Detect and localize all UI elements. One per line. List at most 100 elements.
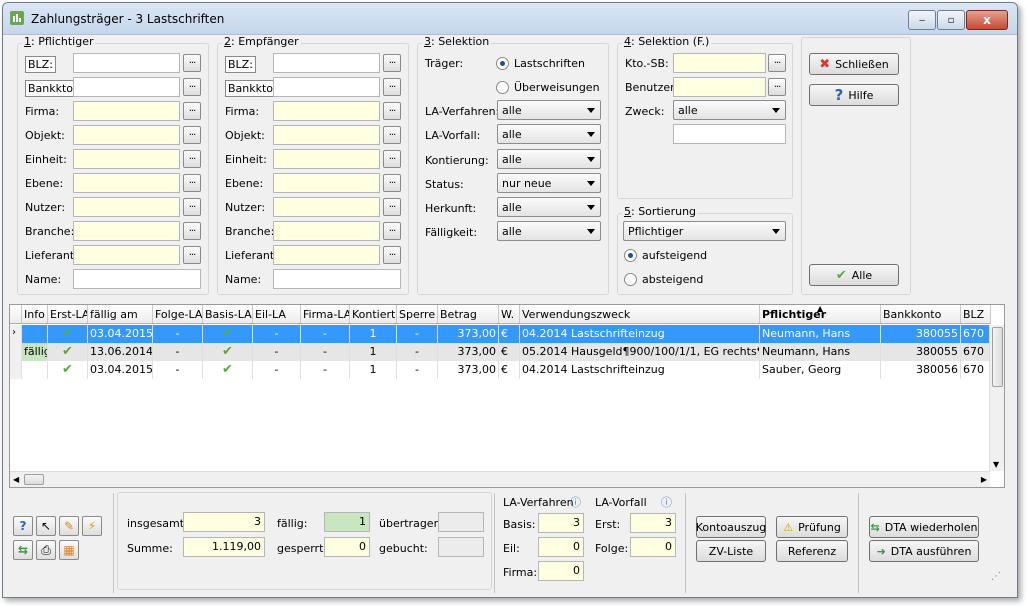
p1-input-8[interactable]	[73, 245, 180, 265]
pruefung-button[interactable]: ⚠ Prüfung	[776, 516, 848, 538]
row-selector[interactable]	[10, 361, 22, 379]
maximize-button[interactable]: ▫	[937, 10, 965, 30]
grid-header-8[interactable]: Sperre	[397, 305, 438, 324]
grid-header-13[interactable]: Bankkonto	[881, 305, 961, 324]
radio-aufsteigend[interactable]	[624, 249, 637, 262]
p1-browse-button-7[interactable]: ...	[183, 222, 201, 240]
schliessen-button[interactable]: ✖ Schließen	[809, 53, 899, 75]
p1-input-4[interactable]	[73, 149, 180, 169]
vertical-scrollbar[interactable]: ▼	[989, 325, 1004, 471]
selektion-select-4[interactable]: alle	[497, 197, 601, 217]
scroll-down-icon[interactable]: ▼	[993, 460, 999, 469]
selektion-select-3[interactable]: nur neue	[497, 173, 601, 193]
zweck-select[interactable]: alle	[673, 100, 786, 120]
p1-input-9[interactable]	[73, 269, 201, 289]
selektion-select-5[interactable]: alle	[497, 221, 601, 241]
table-row[interactable]: › ✔ 03.04.2015- ✔ - -1-373,00 €04.2014 Lastsch…	[10, 325, 991, 343]
resize-grip-icon[interactable]: ⋰	[991, 571, 1001, 582]
scroll-right-icon[interactable]: ▶	[981, 475, 987, 484]
p1-browse-button-2[interactable]: ...	[183, 102, 201, 120]
p1-browse-button-0[interactable]: ...	[183, 54, 201, 72]
alle-button[interactable]: ✔ Alle	[809, 264, 899, 286]
action-button[interactable]: ⚡	[82, 516, 102, 536]
p1-input-5[interactable]	[73, 173, 180, 193]
p2-input-0[interactable]	[273, 53, 380, 73]
help-small-button[interactable]: ?	[13, 516, 33, 536]
horizontal-scroll-thumb[interactable]	[24, 474, 44, 485]
minimize-button[interactable]: ‒	[908, 10, 936, 30]
kontoauszug-button[interactable]: Kontoauszug	[696, 516, 766, 538]
grid-header-9[interactable]: Betrag	[438, 305, 499, 324]
p1-browse-button-3[interactable]: ...	[183, 126, 201, 144]
referenz-button[interactable]: Referenz	[776, 540, 848, 562]
p2-browse-button-4[interactable]: ...	[383, 150, 401, 168]
dta-ausfuehren-button[interactable]: ➜ DTA ausführen	[869, 540, 979, 562]
table-row[interactable]: ✔ 03.04.2015- ✔ - -1-373,00 €04.2014 Lastschr…	[10, 361, 991, 379]
p1-input-1[interactable]	[73, 77, 180, 97]
row-selector[interactable]	[10, 343, 22, 361]
zv-liste-button[interactable]: ZV-Liste	[696, 540, 766, 562]
grid-header-5[interactable]: Eil-LA	[253, 305, 301, 324]
radio-ueberweisungen[interactable]	[496, 81, 509, 94]
p1-input-3[interactable]	[73, 125, 180, 145]
p1-browse-button-8[interactable]: ...	[183, 246, 201, 264]
p2-browse-button-2[interactable]: ...	[383, 102, 401, 120]
grid-options-button[interactable]: ▦	[59, 540, 79, 560]
pointer-button[interactable]: ↖	[36, 516, 56, 536]
p2-input-7[interactable]	[273, 221, 380, 241]
p2-input-4[interactable]	[273, 149, 380, 169]
p1-input-6[interactable]	[73, 197, 180, 217]
kto-sb-browse-button[interactable]: ...	[768, 54, 786, 72]
p2-browse-button-8[interactable]: ...	[383, 246, 401, 264]
zweck-text-input[interactable]	[673, 124, 786, 144]
p2-browse-button-3[interactable]: ...	[383, 126, 401, 144]
p1-browse-button-6[interactable]: ...	[183, 198, 201, 216]
p2-input-5[interactable]	[273, 173, 380, 193]
p2-input-6[interactable]	[273, 197, 380, 217]
edit-button[interactable]: ✎	[59, 516, 79, 536]
selektion-select-0[interactable]: alle	[497, 100, 601, 120]
grid-header-10[interactable]: W.	[499, 305, 520, 324]
radio-lastschriften[interactable]	[496, 57, 509, 70]
kto-sb-input[interactable]	[673, 53, 766, 73]
horizontal-scrollbar[interactable]: ◀ ▶	[10, 471, 990, 487]
print-button[interactable]: ⎙	[36, 540, 56, 560]
p2-browse-button-0[interactable]: ...	[383, 54, 401, 72]
row-selector[interactable]: ›	[10, 325, 22, 343]
p2-browse-button-1[interactable]: ...	[383, 78, 401, 96]
grid-header-11[interactable]: Verwendungszweck	[520, 305, 760, 324]
p2-browse-button-5[interactable]: ...	[383, 174, 401, 192]
grid-header-3[interactable]: Folge-LA	[153, 305, 203, 324]
p1-input-0[interactable]	[73, 53, 180, 73]
p2-browse-button-6[interactable]: ...	[383, 198, 401, 216]
dta-wiederholen-button[interactable]: ⇆ DTA wiederholen	[869, 516, 979, 538]
vertical-scroll-thumb[interactable]	[992, 327, 1003, 387]
table-row[interactable]: fällig✔13.06.2014-✔--1-373,00€05.2014 Ha…	[10, 343, 991, 361]
grid-header-0[interactable]: Info	[22, 305, 48, 324]
p1-input-2[interactable]	[73, 101, 180, 121]
refresh-button[interactable]: ⇆	[13, 540, 33, 560]
grid-header-4[interactable]: Basis-LA	[203, 305, 253, 324]
grid-header-1[interactable]: Erst-LA	[48, 305, 88, 324]
grid-header-7[interactable]: Kontiert	[350, 305, 397, 324]
p2-input-3[interactable]	[273, 125, 380, 145]
hilfe-button[interactable]: ? Hilfe	[809, 84, 899, 106]
grid-header-2[interactable]: fällig am	[88, 305, 153, 324]
selektion-select-2[interactable]: alle	[497, 149, 601, 169]
p1-browse-button-5[interactable]: ...	[183, 174, 201, 192]
p1-input-7[interactable]	[73, 221, 180, 241]
p2-input-1[interactable]	[273, 77, 380, 97]
sortierung-select[interactable]: Pflichtiger	[623, 221, 786, 241]
scroll-left-icon[interactable]: ◀	[13, 475, 19, 484]
grid-header-6[interactable]: Firma-LA	[301, 305, 350, 324]
p2-browse-button-7[interactable]: ...	[383, 222, 401, 240]
p2-input-8[interactable]	[273, 245, 380, 265]
p1-browse-button-1[interactable]: ...	[183, 78, 201, 96]
benutzer-input[interactable]	[673, 77, 766, 97]
selektion-select-1[interactable]: alle	[497, 124, 601, 144]
benutzer-browse-button[interactable]: ...	[768, 78, 786, 96]
p2-input-9[interactable]	[273, 269, 401, 289]
close-window-button[interactable]: x	[966, 10, 1008, 30]
radio-absteigend[interactable]	[624, 273, 637, 286]
grid-header-14[interactable]: BLZ	[961, 305, 991, 324]
